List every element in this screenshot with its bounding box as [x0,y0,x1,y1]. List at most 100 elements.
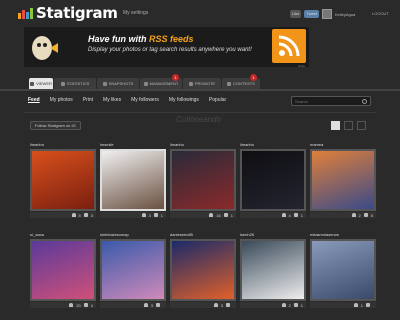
comment-count: 1 [300,302,303,308]
photo-thumbnail[interactable] [240,239,306,301]
chart-icon [60,81,65,86]
heart-icon[interactable] [209,213,214,217]
tab-viewer[interactable]: VIEWER [29,78,53,89]
photo-card[interactable]: ilmarino 16 1 [170,142,236,218]
large-view-icon[interactable] [357,121,366,130]
tab-snapshots[interactable]: SNAPSHOTS [97,78,139,89]
heart-icon[interactable] [351,213,356,217]
photo-username[interactable]: mamea [310,142,376,148]
photo-thumbnail[interactable] [310,239,376,301]
heart-icon[interactable] [143,303,148,307]
grid-view-icon[interactable] [331,121,340,130]
photo-card[interactable]: ui_saca 20 4 [30,232,96,308]
subnav-my-likes[interactable]: My likes [103,97,121,103]
promo-banner[interactable]: Have fun with RSS feeds Display your pho… [24,27,309,67]
search-icon[interactable] [362,98,367,104]
subnav-print[interactable]: Print [83,97,93,103]
heart-icon[interactable] [213,303,218,307]
heart-icon[interactable] [281,303,286,307]
heart-icon[interactable] [69,303,74,307]
like-count: 2 [358,212,361,218]
photo-username[interactable]: ui_saca [30,232,96,238]
photo-thumbnail[interactable] [240,149,306,211]
logout-link[interactable]: LOGOUT [372,11,389,16]
tab-statistics[interactable]: STATISTICS [54,78,96,89]
username[interactable]: KelleyAgua [335,12,355,17]
photo-card[interactable]: lmsmile 3 1 [100,142,166,218]
photo-thumbnail[interactable] [100,239,166,301]
photo-thumbnail[interactable] [170,149,236,211]
comment-icon[interactable] [226,303,230,307]
comment-icon[interactable] [156,303,160,307]
tab-promote[interactable]: PROMOTE [183,78,221,89]
photo-stats: 53 [30,212,96,218]
photo-thumbnail[interactable] [30,239,96,301]
comment-count: 1 [160,212,163,218]
banner-title: Have fun with RSS feeds [88,34,194,44]
comment-icon[interactable] [293,213,298,217]
photo-username[interactable]: ilmarino [170,142,236,148]
photo-username[interactable]: ilmarino [240,142,306,148]
photo-username[interactable]: lmsmile [100,142,166,148]
photo-username[interactable]: lsenh26 [240,232,306,238]
rss-icon[interactable] [272,29,306,63]
photo-thumbnail[interactable] [310,149,376,211]
subnav-my-photos[interactable]: My photos [50,97,73,103]
logo-bars-icon [18,7,33,19]
tab-contests[interactable]: CONTESTS 1 [222,74,260,89]
photo-thumbnail[interactable] [30,149,96,211]
photo-stats: 31 [100,212,166,218]
tab-underline [0,89,400,91]
comment-count: 1 [300,212,303,218]
comment-icon[interactable] [223,213,228,217]
comment-icon[interactable] [83,213,88,217]
logo[interactable]: Statigram [18,4,118,22]
comment-icon[interactable] [293,303,298,307]
photo-username[interactable]: estasmolasenos [310,232,376,238]
like-count: 3 [150,302,153,308]
photo-thumbnail[interactable] [170,239,236,301]
photo-stats: 21 [240,302,306,308]
subnav-my-followers[interactable]: My followers [131,97,159,103]
photo-card[interactable]: ilmarino 5 3 [30,142,96,218]
photo-username[interactable]: ilmarino [30,142,96,148]
subnav-my-followings[interactable]: My followings [169,97,199,103]
photo-username[interactable]: simbioslesomap [100,232,166,238]
search-input[interactable] [295,98,355,104]
photo-card[interactable]: estasmolasenos 1 [310,232,376,308]
photo-username[interactable]: danieserio85 [170,232,236,238]
list-view-icon[interactable] [344,121,353,130]
avatar[interactable] [322,9,333,19]
notification-badge: 1 [172,74,179,81]
banner-close-link[interactable]: close [298,64,305,68]
photo-card[interactable]: lsenh26 2 1 [240,232,306,308]
view-toggle [331,121,366,130]
watermark: Cuitoseando [176,115,221,124]
photo-thumbnail[interactable] [100,149,166,211]
photo-card[interactable]: ilmarino 4 1 [240,142,306,218]
like-count: 3 [148,212,151,218]
subnav-popular[interactable]: Popular [209,97,226,103]
comment-icon[interactable] [366,303,370,307]
tab-management[interactable]: MANAGEMENT 1 [140,74,182,89]
photo-stats: 3 [170,302,236,308]
my-settings-link[interactable]: My settings [123,10,148,16]
mascot-icon [32,36,58,60]
comment-count: 5 [370,212,373,218]
comment-icon[interactable] [83,303,88,307]
heart-icon[interactable] [281,213,286,217]
photo-card[interactable]: simbioslesomap 3 [100,232,166,308]
heart-icon[interactable] [71,213,76,217]
megaphone-icon [188,81,193,86]
heart-icon[interactable] [141,213,146,217]
follow-statigram-button[interactable]: Follow Statigram on IG [30,121,81,130]
tweet-button[interactable]: Tweet [304,10,320,18]
subnav-feed[interactable]: Feed [28,97,40,103]
like-button[interactable]: Like [290,10,302,18]
photo-card[interactable]: mamea 2 5 [310,142,376,218]
comment-icon[interactable] [363,213,368,217]
comment-icon[interactable] [153,213,158,217]
heart-icon[interactable] [353,303,358,307]
photo-card[interactable]: danieserio85 3 [170,232,236,308]
like-count: 4 [288,212,291,218]
